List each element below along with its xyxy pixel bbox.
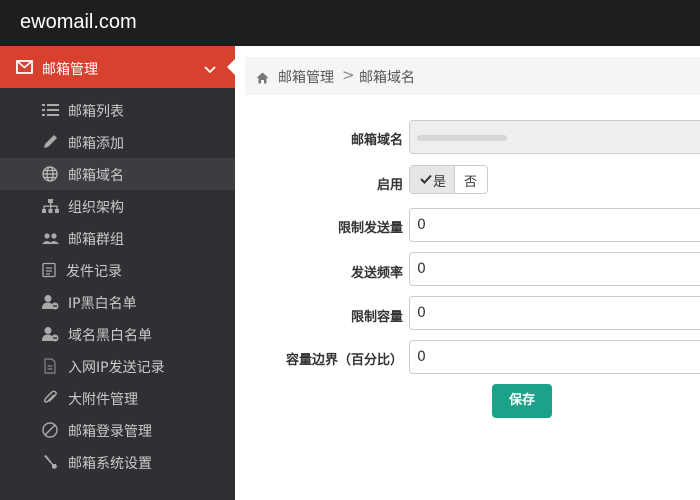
envelope-icon	[16, 59, 33, 78]
sidebar-item-label: 邮箱域名	[68, 168, 124, 184]
send-frequency-field[interactable]: 0	[409, 252, 700, 286]
sidebar-section-label: 邮箱管理	[42, 62, 98, 78]
sidebar-item-label: 入网IP发送记录	[68, 360, 165, 376]
paperclip-icon	[42, 390, 59, 406]
sidebar-item-label: 邮箱登录管理	[68, 424, 152, 440]
home-icon[interactable]	[256, 69, 269, 88]
enable-toggle: 是 否	[409, 165, 488, 194]
send-frequency-label: 发送频率	[350, 266, 403, 281]
enable-yes-label: 是	[433, 175, 447, 190]
capacity-limit-label: 限制容量	[350, 310, 403, 325]
sidebar-item-inbound-ip-records[interactable]: 入网IP发送记录	[0, 350, 235, 382]
list-icon	[42, 102, 59, 118]
sidebar-item-mailbox-list[interactable]: 邮箱列表	[0, 94, 235, 126]
send-limit-label: 限制发送量	[337, 221, 403, 236]
enable-no-label: 否	[464, 175, 478, 190]
chevron-down-icon	[204, 60, 216, 79]
sidebar-item-label: IP黑白名单	[68, 296, 137, 312]
sidebar-item-label: 域名黑白名单	[68, 328, 152, 344]
capacity-bound-label: 容量边界（百分比）	[285, 353, 403, 368]
breadcrumb-current: 邮箱域名	[359, 70, 415, 86]
user-block-icon	[42, 294, 59, 310]
ban-icon	[42, 422, 59, 438]
sidebar-item-label: 大附件管理	[68, 392, 138, 408]
brand-logo[interactable]: ewomail.com	[20, 11, 137, 34]
capacity-bound-field[interactable]: 0	[409, 340, 700, 374]
sidebar-item-label: 邮箱列表	[68, 104, 124, 120]
wrench-icon	[42, 454, 59, 470]
send-limit-field[interactable]: 0	[409, 208, 700, 242]
sidebar-item-large-attachments[interactable]: 大附件管理	[0, 382, 235, 414]
sidebar-item-mailbox-domain[interactable]: 邮箱域名	[0, 158, 235, 190]
sidebar-item-ip-blackwhite-list[interactable]: IP黑白名单	[0, 286, 235, 318]
save-button[interactable]: 保存	[492, 384, 552, 418]
sidebar-item-label: 邮箱添加	[68, 136, 124, 152]
users-icon	[42, 230, 59, 246]
enable-label: 启用	[376, 178, 403, 193]
file-icon	[42, 358, 59, 374]
sidebar-section-mailbox-management[interactable]: 邮箱管理	[0, 46, 236, 88]
sidebar-item-org-structure[interactable]: 组织架构	[0, 190, 235, 222]
capacity-limit-field[interactable]: 0	[409, 296, 700, 330]
pencil-icon	[42, 134, 59, 150]
sidebar-item-login-management[interactable]: 邮箱登录管理	[0, 414, 235, 446]
domain-label: 邮箱域名	[350, 133, 403, 148]
sidebar-item-mailbox-add[interactable]: 邮箱添加	[0, 126, 235, 158]
check-icon	[420, 173, 432, 188]
active-pointer	[227, 58, 236, 76]
sitemap-icon	[42, 198, 59, 214]
sidebar-item-domain-blackwhite-list[interactable]: 域名黑白名单	[0, 318, 235, 350]
sidebar-item-label: 组织架构	[68, 200, 124, 216]
sidebar-item-label: 邮箱群组	[68, 232, 124, 248]
sidebar-item-label: 发件记录	[66, 264, 122, 280]
sidebar: 邮箱管理 邮箱列表 邮箱添加 邮箱域名 组织架构 邮箱群组 发件记录 IP黑白名…	[0, 46, 236, 500]
breadcrumb-separator: >	[342, 66, 355, 84]
breadcrumb-parent[interactable]: 邮箱管理	[278, 67, 334, 87]
breadcrumb: 邮箱管理 > 邮箱域名	[245, 57, 700, 95]
records-icon	[42, 262, 59, 278]
sidebar-item-mailbox-groups[interactable]: 邮箱群组	[0, 222, 235, 254]
sidebar-item-label: 邮箱系统设置	[68, 456, 152, 472]
domain-value-redacted	[417, 135, 507, 141]
top-bar: ewomail.com	[0, 0, 700, 46]
enable-no-button[interactable]: 否	[455, 166, 488, 193]
user-block-icon	[42, 326, 59, 342]
sidebar-item-send-records[interactable]: 发件记录	[0, 254, 235, 286]
globe-icon	[42, 166, 59, 182]
enable-yes-button[interactable]: 是	[410, 166, 455, 193]
domain-field	[409, 120, 700, 154]
sidebar-item-system-settings[interactable]: 邮箱系统设置	[0, 446, 235, 478]
